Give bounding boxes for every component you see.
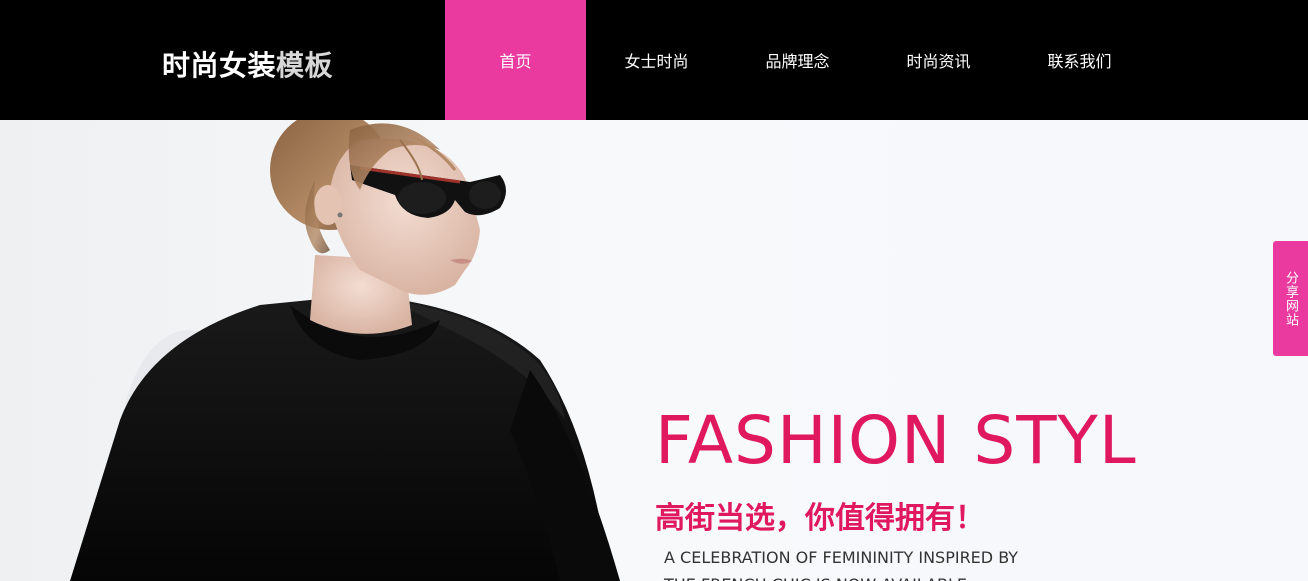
- hero-description-line: THE FRENCH CHIC IS NOW AVAILABLE.: [664, 571, 1084, 581]
- nav-item-fashion-news[interactable]: 时尚资讯: [868, 0, 1009, 120]
- nav-item-label: 联系我们: [1047, 52, 1112, 71]
- site-header: 时尚女装模板 首页 女士时尚 品牌理念 时尚资讯 联系我们: [0, 0, 1308, 120]
- logo-main-text: 时尚女装: [162, 49, 277, 82]
- main-nav: 首页 女士时尚 品牌理念 时尚资讯 联系我们: [445, 0, 1150, 120]
- nav-item-brand-concept[interactable]: 品牌理念: [727, 0, 868, 120]
- hero-description: A CELEBRATION OF FEMININITY INSPIRED BY …: [664, 544, 1084, 581]
- hero-subheadline: 高街当选，你值得拥有！: [655, 501, 985, 536]
- logo-accent-text: 模板: [276, 49, 334, 82]
- nav-item-home[interactable]: 首页: [445, 0, 586, 120]
- hero-headline: FASHION STYL: [655, 402, 1137, 479]
- hero-description-line: A CELEBRATION OF FEMININITY INSPIRED BY: [664, 548, 1019, 567]
- nav-item-label: 女士时尚: [624, 52, 689, 71]
- site-logo[interactable]: 时尚女装模板: [162, 44, 333, 84]
- nav-item-contact[interactable]: 联系我们: [1009, 0, 1150, 120]
- model-image: [70, 120, 620, 581]
- nav-item-label: 时尚资讯: [906, 52, 971, 71]
- hero-banner: FASHION STYL 高街当选，你值得拥有！ A CELEBRATION O…: [0, 120, 1308, 581]
- share-site-button[interactable]: 分享网站: [1273, 241, 1308, 356]
- nav-item-womens-fashion[interactable]: 女士时尚: [586, 0, 727, 120]
- page: 时尚女装模板 首页 女士时尚 品牌理念 时尚资讯 联系我们 FASHION ST…: [0, 0, 1308, 581]
- nav-item-label: 品牌理念: [765, 52, 830, 71]
- nav-item-label: 首页: [499, 52, 532, 71]
